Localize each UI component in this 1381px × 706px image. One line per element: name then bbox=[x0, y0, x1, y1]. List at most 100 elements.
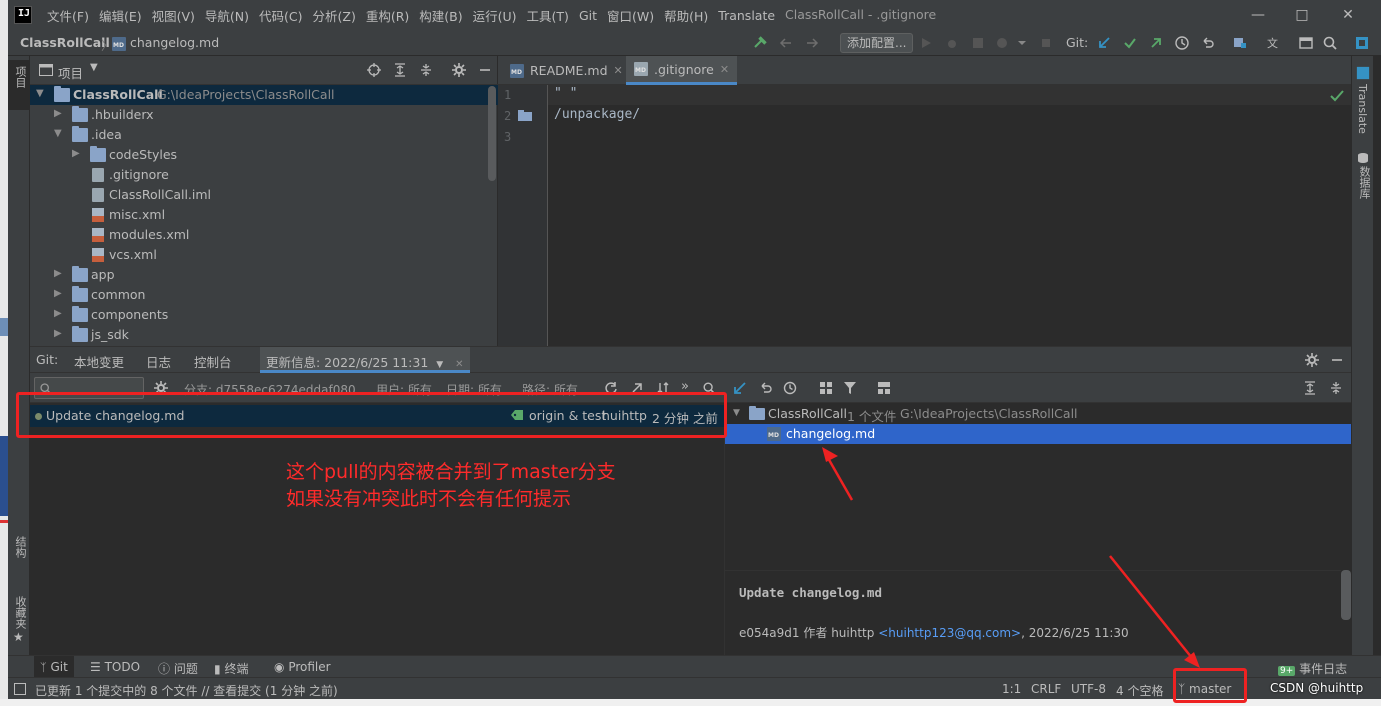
run-icon[interactable] bbox=[918, 35, 934, 51]
collapse-all-icon[interactable] bbox=[1329, 381, 1343, 395]
breadcrumb-project[interactable]: ClassRollCall bbox=[20, 35, 110, 50]
translate-icon[interactable]: 文 bbox=[1266, 35, 1282, 51]
chevron-down-icon[interactable]: ▼ bbox=[90, 62, 98, 73]
menu-window[interactable]: 窗口(W) bbox=[602, 6, 659, 25]
maximize-button[interactable]: □ bbox=[1292, 5, 1312, 25]
menu-code[interactable]: 代码(C) bbox=[254, 6, 307, 25]
breadcrumb-file[interactable]: changelog.md bbox=[112, 35, 219, 51]
close-button[interactable]: ✕ bbox=[1338, 5, 1358, 25]
tree-item-vcs-xml[interactable]: vcs.xml bbox=[30, 245, 498, 265]
push-icon[interactable] bbox=[1148, 35, 1164, 51]
caret-position[interactable]: 1:1 bbox=[1002, 682, 1021, 696]
menu-translate[interactable]: Translate bbox=[713, 8, 780, 23]
menu-run[interactable]: 运行(U) bbox=[468, 6, 522, 25]
filter-icon[interactable] bbox=[843, 381, 859, 395]
project-scrollbar[interactable] bbox=[488, 86, 496, 181]
chevron-right-icon[interactable]: ▶ bbox=[72, 148, 84, 162]
stop-icon[interactable] bbox=[1038, 35, 1054, 51]
tab-log[interactable]: 日志 bbox=[146, 352, 171, 371]
tree-item-common[interactable]: ▶ common bbox=[30, 285, 498, 305]
add-configuration-button[interactable]: 添加配置... bbox=[840, 33, 914, 53]
translate-tool-tab[interactable]: Translate bbox=[1356, 84, 1369, 134]
menu-help[interactable]: 帮助(H) bbox=[659, 6, 713, 25]
profiler-icon[interactable] bbox=[994, 35, 1010, 51]
more-run-dropdown-icon[interactable] bbox=[1014, 35, 1030, 51]
update-project-icon[interactable] bbox=[1096, 35, 1112, 51]
tree-item-app[interactable]: ▶ app bbox=[30, 265, 498, 285]
back-arrow-icon[interactable] bbox=[778, 35, 794, 51]
tab-readme[interactable]: README.md ✕ bbox=[502, 56, 631, 85]
code-editor[interactable]: 1 2 3 " " /unpackage/ bbox=[498, 85, 1351, 346]
tree-item-modules-xml[interactable]: modules.xml bbox=[30, 225, 498, 245]
close-tab-icon[interactable]: ✕ bbox=[455, 359, 463, 370]
show-diff-icon[interactable] bbox=[733, 381, 747, 395]
expand-all-icon[interactable] bbox=[393, 63, 407, 77]
search-icon[interactable] bbox=[1322, 35, 1338, 51]
build-hammer-icon[interactable] bbox=[752, 35, 768, 51]
tool-tab-terminal[interactable]: ▮ 终端 bbox=[214, 660, 248, 677]
chevron-right-icon[interactable]: ▶ bbox=[54, 288, 66, 302]
menu-edit[interactable]: 编辑(E) bbox=[94, 6, 147, 25]
tab-console[interactable]: 控制台 bbox=[194, 352, 232, 371]
tree-item-idea[interactable]: ▼ .idea bbox=[30, 125, 498, 145]
tool-tab-problems[interactable]: ⓘ 问题 bbox=[158, 660, 198, 677]
close-tab-icon[interactable]: ✕ bbox=[614, 64, 623, 77]
tree-item-gitignore[interactable]: .gitignore bbox=[30, 165, 498, 185]
menu-navigate[interactable]: 导航(N) bbox=[200, 6, 254, 25]
changed-file-row[interactable]: changelog.md bbox=[725, 424, 1351, 444]
tool-tab-todo[interactable]: ☰ TODO bbox=[90, 660, 140, 674]
database-tool-tab[interactable]: 数据库 bbox=[1356, 166, 1372, 199]
commit-hash[interactable]: e054a9d1 bbox=[739, 626, 800, 640]
commit-email-link[interactable]: <huihttp123@qq.com> bbox=[878, 626, 1021, 640]
commit-check-icon[interactable] bbox=[1122, 35, 1138, 51]
history-clock-icon[interactable] bbox=[1174, 35, 1190, 51]
chevron-down-icon[interactable]: ▼ bbox=[436, 360, 443, 370]
gear-icon[interactable] bbox=[1305, 353, 1319, 367]
forward-arrow-icon[interactable] bbox=[804, 35, 820, 51]
tree-item-iml[interactable]: ClassRollCall.iml bbox=[30, 185, 498, 205]
line-separator[interactable]: CRLF bbox=[1031, 682, 1061, 696]
close-tab-icon[interactable]: ✕ bbox=[720, 63, 729, 76]
project-tool-tab[interactable]: 项目 bbox=[8, 60, 30, 110]
menu-analyze[interactable]: 分析(Z) bbox=[308, 6, 361, 25]
event-log-tab[interactable]: 9+ 事件日志 bbox=[1278, 660, 1347, 677]
chevron-down-icon[interactable]: ▼ bbox=[733, 408, 740, 418]
favorites-tool-tab[interactable]: 收藏夹 bbox=[12, 596, 28, 629]
tool-tab-profiler[interactable]: ◉ Profiler bbox=[274, 660, 331, 674]
tree-item-js-sdk[interactable]: ▶ js_sdk bbox=[30, 325, 498, 345]
jetbrains-toolbox-icon[interactable] bbox=[1354, 35, 1370, 51]
menu-git[interactable]: Git bbox=[574, 8, 602, 23]
coverage-icon[interactable] bbox=[970, 35, 986, 51]
project-panel-title[interactable]: 项目 bbox=[58, 63, 83, 82]
chevron-right-icon[interactable]: ▶ bbox=[54, 108, 66, 122]
toggle-tool-windows-icon[interactable] bbox=[14, 683, 26, 695]
layout-icon[interactable] bbox=[877, 381, 891, 395]
debug-icon[interactable] bbox=[944, 35, 960, 51]
tab-local-changes[interactable]: 本地变更 bbox=[74, 352, 124, 371]
structure-tool-tab[interactable]: 结构 bbox=[12, 536, 28, 558]
project-structure-icon[interactable] bbox=[1232, 35, 1248, 51]
chevron-right-icon[interactable]: ▶ bbox=[54, 328, 66, 342]
menu-build[interactable]: 构建(B) bbox=[414, 6, 467, 25]
tree-item-components[interactable]: ▶ components bbox=[30, 305, 498, 325]
chevron-right-icon[interactable]: ▶ bbox=[54, 268, 66, 282]
file-encoding[interactable]: UTF-8 bbox=[1071, 682, 1106, 696]
tool-tab-git[interactable]: ᛉ Git bbox=[34, 656, 74, 678]
revert-icon[interactable] bbox=[759, 381, 773, 395]
status-message[interactable]: 已更新 1 个提交中的 8 个文件 // 查看提交 (1 分钟 之前) bbox=[35, 682, 338, 699]
chevron-right-icon[interactable]: ▶ bbox=[54, 308, 66, 322]
tree-item-hbuilderx[interactable]: ▶ .hbuilderx bbox=[30, 105, 498, 125]
group-by-icon[interactable] bbox=[819, 381, 833, 395]
changes-tree-root[interactable]: ▼ ClassRollCall 1 个文件 G:\IdeaProjects\Cl… bbox=[725, 404, 1351, 424]
menu-file[interactable]: 文件(F) bbox=[42, 6, 94, 25]
menu-view[interactable]: 视图(V) bbox=[147, 6, 200, 25]
history-clock-icon[interactable] bbox=[783, 381, 797, 395]
collapse-all-icon[interactable] bbox=[419, 63, 433, 77]
chevron-down-icon[interactable]: ▼ bbox=[36, 88, 48, 102]
chevron-down-icon[interactable]: ▼ bbox=[54, 128, 66, 142]
indent-setting[interactable]: 4 个空格 bbox=[1116, 682, 1163, 699]
presentation-icon[interactable] bbox=[1298, 35, 1314, 51]
hide-panel-icon[interactable] bbox=[478, 63, 492, 77]
locate-file-icon[interactable] bbox=[367, 63, 381, 77]
tab-gitignore[interactable]: .gitignore ✕ bbox=[626, 56, 738, 85]
